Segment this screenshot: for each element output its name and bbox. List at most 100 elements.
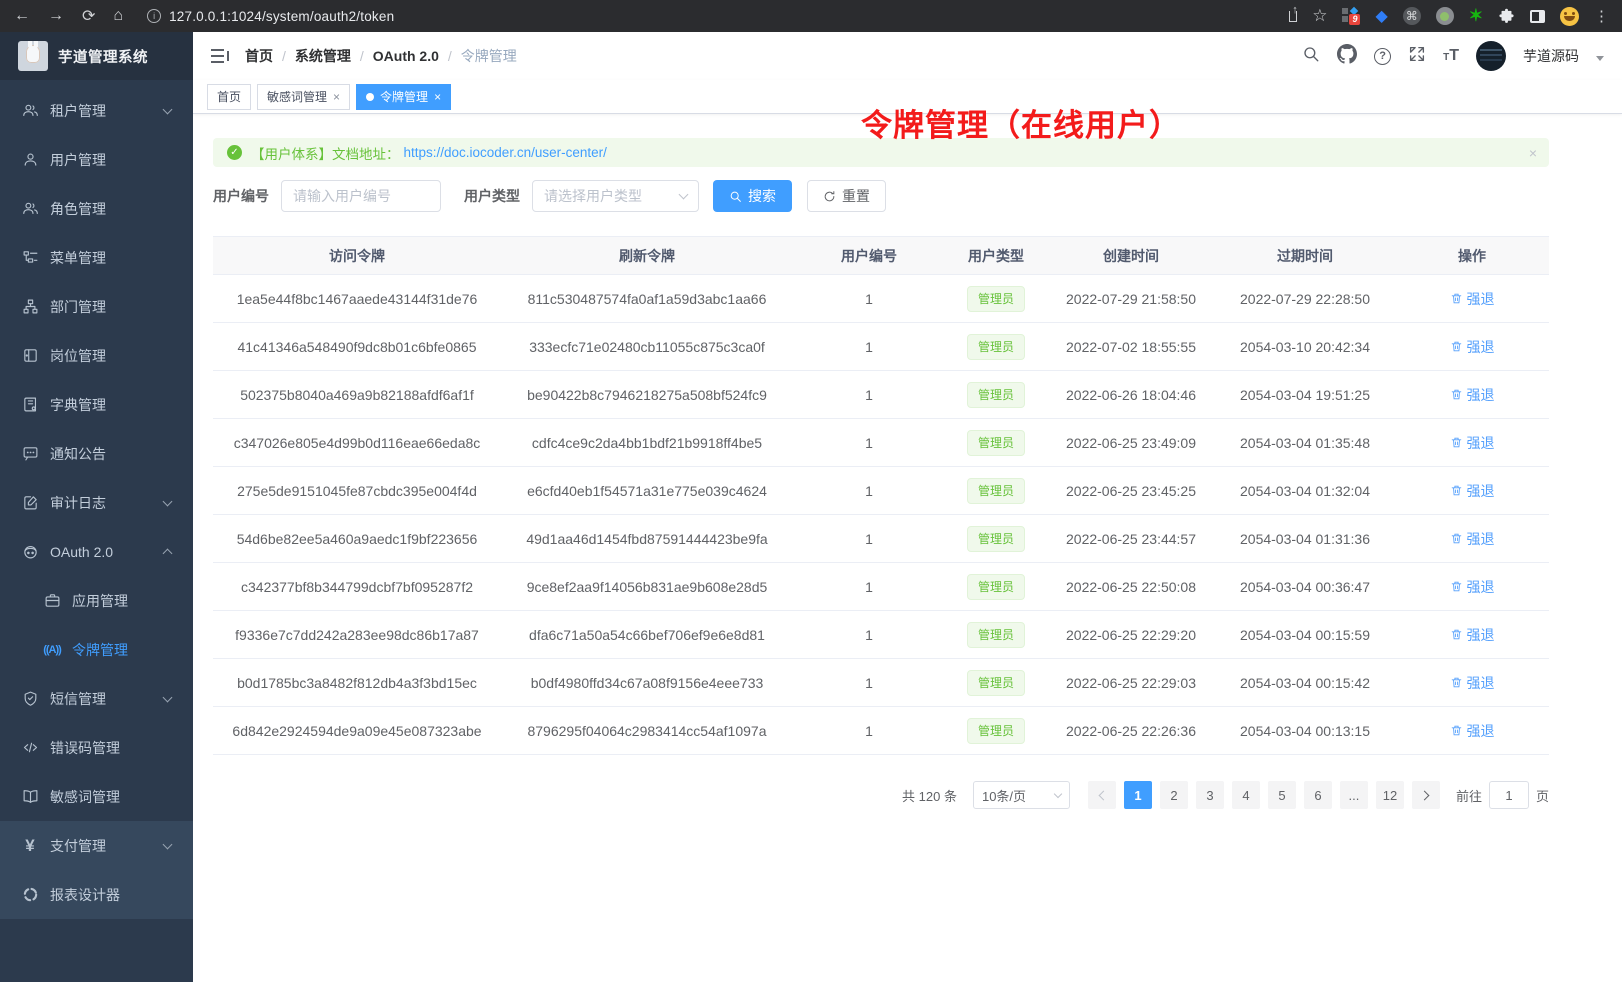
sidebar-item-dept[interactable]: 部门管理 [0,282,193,331]
gem-extension-icon[interactable]: ◆ [1375,6,1387,26]
sidebar-item-label: 岗位管理 [50,346,106,366]
page-more-button[interactable]: ... [1340,781,1368,809]
close-icon[interactable]: × [434,90,441,104]
profile-avatar-icon[interactable] [1560,7,1579,26]
search-button[interactable]: 搜索 [713,180,792,212]
site-info-icon[interactable]: i [147,9,161,23]
sidebar-item-menu[interactable]: 菜单管理 [0,233,193,282]
user-type-select[interactable]: 请选择用户类型 [532,180,699,212]
browser-menu-icon[interactable]: ⋮ [1594,7,1610,25]
sidebar-item-post[interactable]: 岗位管理 [0,331,193,380]
breadcrumb-oauth[interactable]: OAuth 2.0 [373,48,439,64]
sidebar-item-pay[interactable]: ¥ 支付管理 [0,821,193,870]
command-extension-icon[interactable]: ⌘ [1403,7,1421,25]
sidebar-item-report-designer[interactable]: 报表设计器 [0,870,193,919]
reset-button[interactable]: 重置 [807,180,886,212]
active-dot-icon [366,93,374,101]
app-logo[interactable]: 芋道管理系统 [0,32,193,80]
side-panel-icon[interactable] [1530,10,1545,23]
close-icon[interactable]: × [333,90,340,104]
force-logout-button[interactable]: 强退 [1450,337,1495,357]
yen-icon: ¥ [21,837,39,855]
sidebar-item-tenant[interactable]: 租户管理 [0,86,193,135]
tab-token-manage[interactable]: 令牌管理× [356,84,451,110]
page-button-1[interactable]: 1 [1124,781,1152,809]
help-icon[interactable]: ? [1374,48,1391,65]
sidebar-item-oauth2[interactable]: OAuth 2.0 [0,527,193,576]
browser-reload-icon[interactable]: ⟳ [82,6,95,26]
force-logout-button[interactable]: 强退 [1450,577,1495,597]
table-row: b0d1785bc3a8482f812db4a3f3bd15ec b0df498… [213,659,1549,707]
search-icon[interactable] [1302,45,1320,68]
open-book-icon [21,788,39,806]
sidebar-item-audit-log[interactable]: 审计日志 [0,478,193,527]
search-icon [729,190,742,203]
github-icon[interactable] [1337,44,1357,69]
trash-icon [1450,676,1463,689]
page-button-3[interactable]: 3 [1196,781,1224,809]
prev-page-button[interactable] [1088,781,1116,809]
sidebar-item-app-manage[interactable]: 应用管理 [0,576,193,625]
puzzle-extensions-icon[interactable] [1498,8,1515,25]
sidebar-item-sensitive-word[interactable]: 敏感词管理 [0,772,193,821]
url-text[interactable]: 127.0.0.1:1024/system/oauth2/token [169,9,394,24]
force-logout-button[interactable]: 强退 [1450,385,1495,405]
user-name[interactable]: 芋道源码 [1523,46,1579,66]
user-type-badge: 管理员 [967,334,1025,360]
extension-blocks-icon[interactable]: 9 [1342,7,1360,25]
breadcrumb-home[interactable]: 首页 [245,46,273,66]
page-button-4[interactable]: 4 [1232,781,1260,809]
force-logout-button[interactable]: 强退 [1450,721,1495,741]
page-button-6[interactable]: 6 [1304,781,1332,809]
force-logout-button[interactable]: 强退 [1450,481,1495,501]
sidebar-fold-icon[interactable] [211,49,229,63]
recorder-extension-icon[interactable] [1436,7,1454,25]
sidebar-item-notice[interactable]: 通知公告 [0,429,193,478]
goto-page-input[interactable] [1489,781,1529,809]
browser-forward-icon[interactable]: → [48,7,64,25]
app-title: 芋道管理系统 [58,46,148,67]
page-button-12[interactable]: 12 [1376,781,1404,809]
force-logout-button[interactable]: 强退 [1450,673,1495,693]
browser-home-icon[interactable]: ⌂ [113,7,123,25]
force-logout-button[interactable]: 强退 [1450,529,1495,549]
table-row: 6d842e2924594de9a09e45e087323abe 8796295… [213,707,1549,755]
user-menu-caret-icon[interactable] [1596,56,1604,61]
users-icon [21,102,39,120]
sidebar-item-dict[interactable]: 字典管理 [0,380,193,429]
sidebar-item-errcode[interactable]: 错误码管理 [0,723,193,772]
user-type-badge: 管理员 [967,670,1025,696]
sidebar-item-token-manage[interactable]: ((A)) 令牌管理 [0,625,193,674]
filter-form: 用户编号 用户类型 请选择用户类型 搜索 重置 [213,180,1569,212]
browser-back-icon[interactable]: ← [14,7,30,25]
alert-doc-link[interactable]: https://doc.iocoder.cn/user-center/ [404,145,607,160]
force-logout-button[interactable]: 强退 [1450,289,1495,309]
tab-home[interactable]: 首页 [207,84,251,110]
sidebar-item-user[interactable]: 用户管理 [0,135,193,184]
user-type-label: 用户类型 [464,186,520,206]
sidebar-item-role[interactable]: 角色管理 [0,184,193,233]
table-row: c342377bf8b344799dcbf7bf095287f2 9ce8ef2… [213,563,1549,611]
font-size-icon[interactable]: TT [1443,47,1459,65]
next-page-button[interactable] [1412,781,1440,809]
page-button-5[interactable]: 5 [1268,781,1296,809]
tab-sensitive-word[interactable]: 敏感词管理× [257,84,350,110]
browser-toolbar: ← → ⟳ ⌂ i 127.0.0.1:1024/system/oauth2/t… [0,0,1622,32]
force-logout-button[interactable]: 强退 [1450,625,1495,645]
extension-badge: 9 [1349,14,1360,25]
user-avatar[interactable] [1476,41,1506,71]
fullscreen-icon[interactable] [1408,45,1426,68]
page-size-select[interactable]: 10条/页 [973,781,1070,809]
page-button-2[interactable]: 2 [1160,781,1188,809]
chevron-down-icon [163,692,173,702]
user-id-input[interactable] [281,180,441,212]
address-bar[interactable]: i 127.0.0.1:1024/system/oauth2/token [137,3,1289,29]
sidebar-item-label: 报表设计器 [50,885,120,905]
green-star-extension-icon[interactable]: ✶ [1469,6,1483,26]
bookmark-star-icon[interactable]: ☆ [1312,6,1327,26]
share-icon[interactable]: ↑ [1289,11,1297,22]
force-logout-button[interactable]: 强退 [1450,433,1495,453]
sidebar-item-sms[interactable]: 短信管理 [0,674,193,723]
alert-close-icon[interactable]: × [1529,145,1537,161]
breadcrumb-system[interactable]: 系统管理 [295,46,351,66]
